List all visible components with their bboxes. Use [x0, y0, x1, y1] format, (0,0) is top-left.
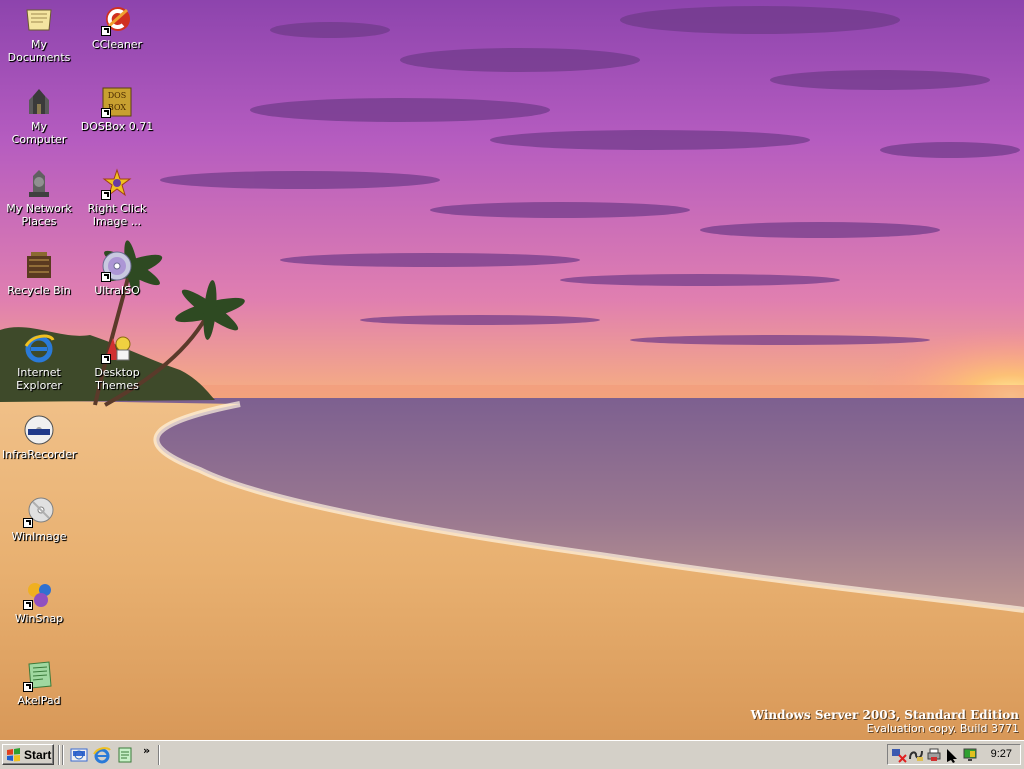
shortcut-arrow-icon	[101, 190, 111, 200]
right-click-image-icon	[101, 168, 133, 200]
os-build-text: Evaluation copy. Build 3771	[866, 722, 1019, 735]
clock[interactable]: 9:27	[991, 748, 1012, 760]
desktop[interactable]: My Documents CCleaner My Computer DOS BOX…	[0, 0, 1024, 740]
network-places-icon	[23, 168, 55, 200]
connection-icon[interactable]	[908, 747, 924, 763]
show-desktop-icon[interactable]	[70, 746, 88, 764]
desktop-icon-label: WinImage	[11, 530, 67, 543]
taskbar-separator	[62, 745, 64, 765]
desktop-icon-label: UltraISO	[94, 284, 140, 297]
desktop-icon-ccleaner[interactable]: CCleaner	[78, 4, 156, 51]
taskbar-separator	[58, 745, 60, 765]
desktop-themes-icon	[101, 332, 133, 364]
desktop-icon-winimage[interactable]: WinImage	[0, 496, 78, 543]
winimage-icon	[23, 496, 55, 528]
shortcut-arrow-icon	[101, 272, 111, 282]
svg-text:DOS: DOS	[108, 91, 126, 100]
start-label: Start	[24, 747, 52, 762]
shortcut-arrow-icon	[101, 354, 111, 364]
shortcut-arrow-icon	[23, 682, 33, 692]
shortcut-arrow-icon	[101, 26, 111, 36]
winsnap-icon	[23, 578, 55, 610]
desktop-icon-recycle-bin[interactable]: Recycle Bin	[0, 250, 78, 297]
desktop-icon-ultraiso[interactable]: UltraISO	[78, 250, 156, 297]
start-button[interactable]: Start	[2, 744, 54, 765]
ccleaner-icon	[101, 4, 133, 36]
desktop-icon-infrarecorder[interactable]: InfraRecorder	[0, 414, 78, 461]
desktop-icon-label: My Documents	[7, 38, 71, 64]
desktop-icon-internet-explorer[interactable]: Internet Explorer	[0, 332, 78, 392]
taskbar: Start » 9:27	[0, 740, 1024, 769]
desktop-icon-my-computer[interactable]: My Computer	[0, 86, 78, 146]
desktop-icon-label: Recycle Bin	[7, 284, 71, 297]
desktop-icon-label: DOSBox 0.71	[80, 120, 154, 133]
desktop-icon-label: Desktop Themes	[94, 366, 140, 392]
desktop-icon-label: WinSnap	[14, 612, 64, 625]
desktop-icon-label: My Network Places	[6, 202, 72, 228]
internet-explorer-icon[interactable]	[93, 746, 111, 764]
os-edition-text: Windows Server 2003, Standard Edition	[750, 708, 1019, 722]
infrarecorder-icon	[23, 414, 55, 446]
quick-launch-more-button[interactable]: »	[143, 744, 150, 757]
cursor-arrow-icon[interactable]	[944, 747, 960, 763]
desktop-icon-winsnap[interactable]: WinSnap	[0, 578, 78, 625]
network-disconnected-icon[interactable]	[891, 747, 907, 763]
display-icon[interactable]	[962, 747, 978, 763]
desktop-icon-label: CCleaner	[91, 38, 143, 51]
printer-icon[interactable]	[926, 747, 942, 763]
desktop-icon-my-documents[interactable]: My Documents	[0, 4, 78, 64]
dosbox-icon: DOS BOX	[101, 86, 133, 118]
my-documents-icon	[23, 4, 55, 36]
shortcut-arrow-icon	[101, 108, 111, 118]
desktop-icon-label: InfraRecorder	[2, 448, 77, 461]
desktop-icon-network-places[interactable]: My Network Places	[0, 168, 78, 228]
ultraiso-icon	[101, 250, 133, 282]
desktop-icon-desktop-themes[interactable]: Desktop Themes	[78, 332, 156, 392]
notepad-icon[interactable]	[116, 746, 134, 764]
os-watermark: Windows Server 2003, Standard Edition Ev…	[751, 708, 1019, 736]
desktop-icon-label: AkelPad	[17, 694, 61, 707]
shortcut-arrow-icon	[23, 518, 33, 528]
taskbar-separator	[158, 745, 160, 765]
my-computer-icon	[23, 86, 55, 118]
desktop-icon-label: Internet Explorer	[16, 366, 62, 392]
desktop-icon-label: Right Click Image ...	[87, 202, 147, 228]
recycle-bin-icon	[23, 250, 55, 282]
desktop-icon-right-click-image[interactable]: Right Click Image ...	[78, 168, 156, 228]
akelpad-icon	[23, 660, 55, 692]
shortcut-arrow-icon	[23, 600, 33, 610]
windows-logo-icon	[7, 747, 20, 761]
desktop-icon-label: My Computer	[11, 120, 67, 146]
desktop-icon-akelpad[interactable]: AkelPad	[0, 660, 78, 707]
system-tray: 9:27	[887, 744, 1021, 765]
desktop-icon-dosbox[interactable]: DOS BOX DOSBox 0.71	[78, 86, 156, 133]
internet-explorer-icon	[23, 332, 55, 364]
